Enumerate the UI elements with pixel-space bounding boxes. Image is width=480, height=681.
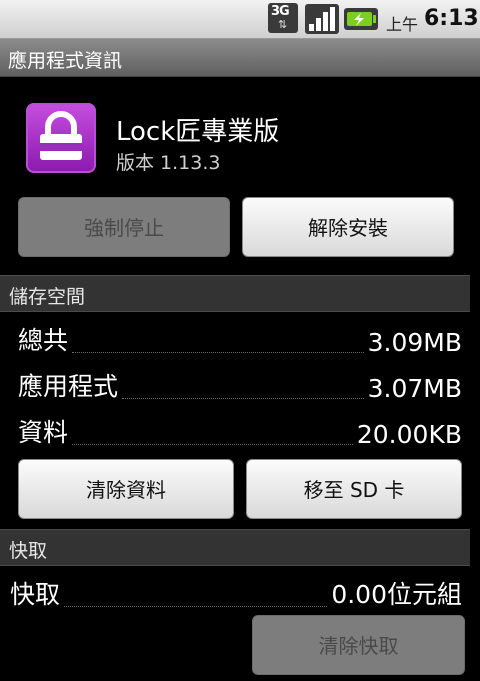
storage-data-label: 資料 bbox=[18, 418, 69, 447]
storage-total-row: 總共 3.09MB bbox=[18, 323, 462, 359]
dotted-leader bbox=[122, 397, 364, 399]
battery-charging-icon bbox=[344, 8, 378, 30]
data-activity-arrows: ⇅ bbox=[278, 18, 288, 31]
storage-app-row: 應用程式 3.07MB bbox=[18, 369, 462, 405]
storage-section-title: 儲存空間 bbox=[9, 286, 86, 308]
cache-label: 快取 bbox=[10, 580, 61, 609]
cache-row: 快取 0.00位元組 bbox=[10, 577, 462, 613]
move-to-sd-button[interactable]: 移至 SD 卡 bbox=[246, 459, 462, 519]
lock-app-icon bbox=[26, 103, 96, 173]
storage-total-label: 總共 bbox=[18, 326, 69, 355]
storage-section-header: 儲存空間 bbox=[0, 275, 470, 312]
padlock-icon bbox=[40, 111, 82, 160]
3g-data-icon: 3G ⇅ bbox=[268, 3, 298, 33]
force-stop-button[interactable]: 強制停止 bbox=[18, 197, 230, 257]
page-title: 應用程式資訊 bbox=[8, 50, 123, 72]
storage-app-label: 應用程式 bbox=[18, 372, 119, 401]
dotted-leader bbox=[72, 443, 353, 445]
status-bar: 3G ⇅ 上午 6:13 bbox=[0, 0, 480, 39]
app-info-screen: 3G ⇅ 上午 6:13 應用程式資訊 Lock匠專業版 版本 1.13.3 強… bbox=[0, 0, 480, 681]
clear-cache-button[interactable]: 清除快取 bbox=[252, 615, 465, 675]
title-bar: 應用程式資訊 bbox=[0, 39, 480, 77]
dotted-leader bbox=[72, 351, 364, 353]
cache-section-title: 快取 bbox=[9, 540, 48, 562]
dotted-leader bbox=[64, 605, 328, 607]
app-name: Lock匠專業版 bbox=[116, 117, 280, 147]
storage-total-value: 3.09MB bbox=[367, 328, 462, 357]
clear-data-button[interactable]: 清除資料 bbox=[18, 459, 234, 519]
storage-app-value: 3.07MB bbox=[367, 374, 462, 403]
clock-ampm: 上午 bbox=[386, 15, 419, 34]
uninstall-button[interactable]: 解除安裝 bbox=[242, 197, 454, 257]
storage-data-row: 資料 20.00KB bbox=[18, 415, 462, 451]
signal-strength-icon bbox=[305, 4, 339, 34]
cache-value: 0.00位元組 bbox=[331, 580, 462, 609]
clock-time: 6:13 bbox=[424, 6, 479, 31]
cache-section-header: 快取 bbox=[0, 529, 470, 566]
app-version: 版本 1.13.3 bbox=[116, 152, 221, 174]
network-type-label: 3G bbox=[271, 4, 290, 19]
storage-data-value: 20.00KB bbox=[356, 420, 462, 449]
